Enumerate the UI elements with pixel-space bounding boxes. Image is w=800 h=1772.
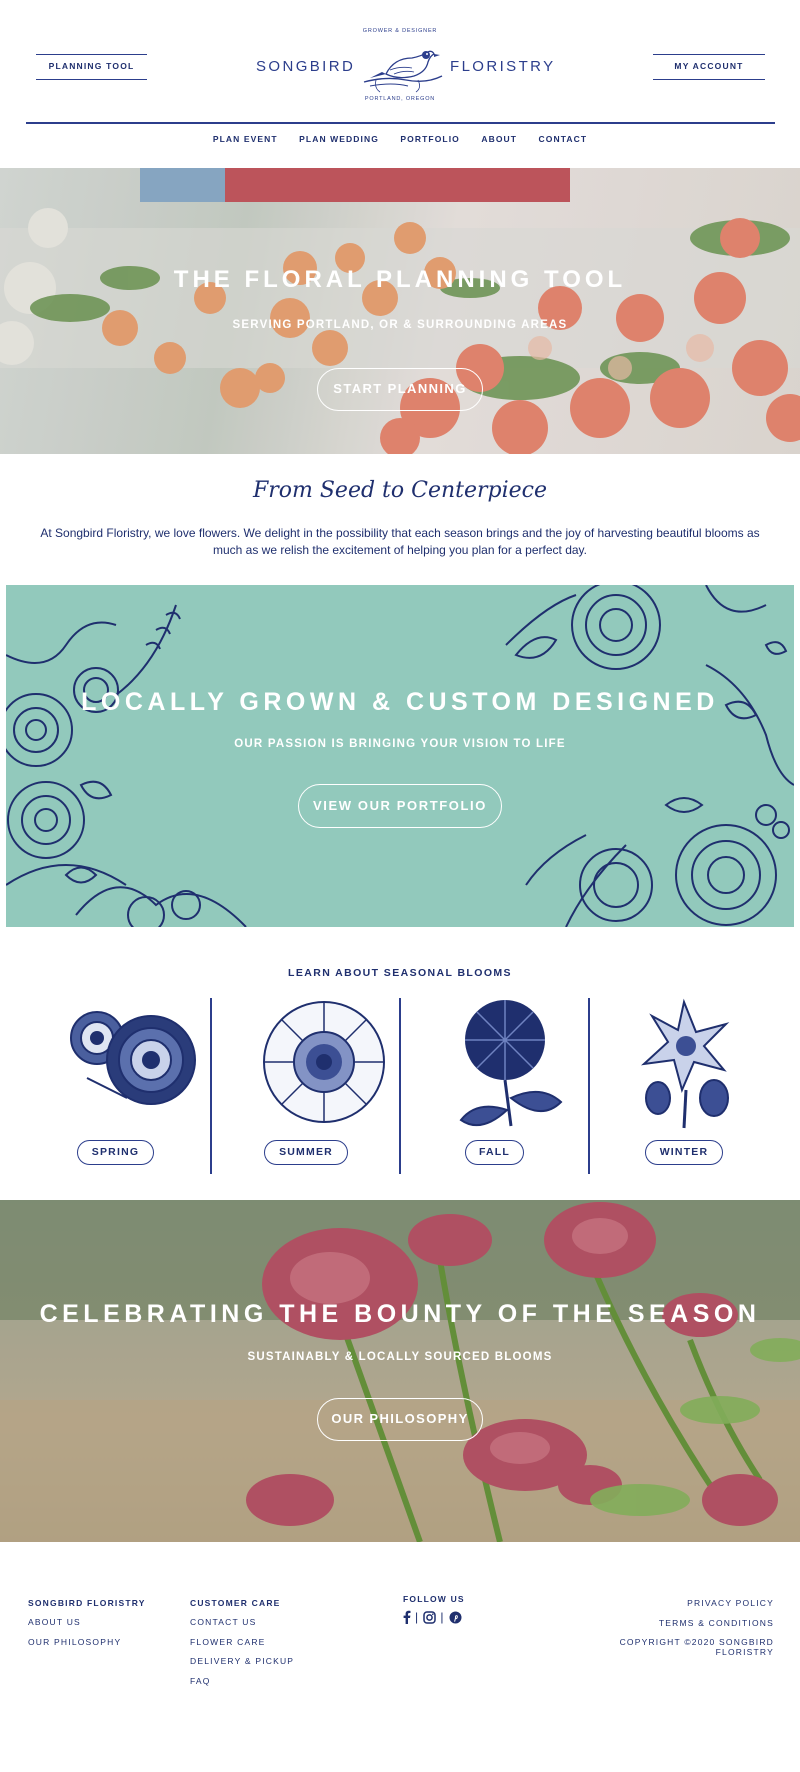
hero2-overlay xyxy=(0,1200,800,1542)
banner-subtitle: Our Passion is Bringing Your Vision to L… xyxy=(234,738,566,750)
header-divider xyxy=(26,122,775,124)
footer-link-flower-care[interactable]: Flower Care xyxy=(190,1637,294,1647)
footer-link-contact[interactable]: Contact Us xyxy=(190,1617,294,1627)
winter-button[interactable]: Winter xyxy=(645,1140,723,1165)
my-account-button[interactable]: My Account xyxy=(653,54,765,80)
our-philosophy-button[interactable]: Our Philosophy xyxy=(317,1398,483,1441)
songbird-icon xyxy=(363,50,443,93)
pinterest-icon[interactable] xyxy=(449,1611,462,1624)
hero-overlay xyxy=(0,168,800,454)
logo-tagline-top: GROWER & DESIGNER xyxy=(362,28,438,34)
hero-planning-tool: The Floral Planning Tool Serving Portlan… xyxy=(0,168,800,454)
social-separator: | xyxy=(415,1610,420,1624)
footer-col-care: Customer Care Contact Us Flower Care Del… xyxy=(190,1598,294,1695)
main-nav: Plan Event Plan Wedding Portfolio About … xyxy=(0,134,800,144)
intro-paragraph: At Songbird Floristry, we love flowers. … xyxy=(40,526,760,557)
footer-col-legal: Privacy Policy Terms & Conditions Copyri… xyxy=(560,1598,774,1667)
site-header: Planning Tool GROWER & DESIGNER SONGBIRD… xyxy=(0,0,800,168)
rose-icon xyxy=(70,1011,196,1105)
hellebore-icon xyxy=(640,998,730,1129)
instagram-icon[interactable] xyxy=(423,1610,437,1624)
summer-button[interactable]: Summer xyxy=(264,1140,348,1165)
seasons-heading: LEARN ABOUT SEASONAL BLOOMS xyxy=(288,967,512,979)
hero-title: The Floral Planning Tool xyxy=(173,266,627,293)
footer-link-privacy[interactable]: Privacy Policy xyxy=(560,1598,774,1608)
footer-heading: Songbird Floristry xyxy=(28,1598,146,1608)
floral-illustration-icon xyxy=(6,585,794,927)
hero-subtitle: Serving Portland, OR & Surrounding Areas xyxy=(232,319,568,331)
spring-button[interactable]: Spring xyxy=(77,1140,154,1165)
nav-plan-wedding[interactable]: Plan Wedding xyxy=(299,134,379,144)
site-footer: Songbird Floristry About Us Our Philosop… xyxy=(0,1542,800,1772)
hero2-subtitle: Sustainably & Locally Sourced Blooms xyxy=(247,1351,553,1363)
view-portfolio-button[interactable]: View Our Portfolio xyxy=(298,784,502,828)
nav-contact[interactable]: Contact xyxy=(539,134,588,144)
nav-about[interactable]: About xyxy=(481,134,517,144)
start-planning-button[interactable]: Start Planning xyxy=(317,368,483,411)
scabiosa-icon xyxy=(263,1001,385,1123)
facebook-icon[interactable] xyxy=(403,1610,411,1624)
nav-plan-event[interactable]: Plan Event xyxy=(213,134,278,144)
planning-tool-button[interactable]: Planning Tool xyxy=(36,54,147,80)
footer-heading: Follow Us xyxy=(403,1594,465,1604)
banner-title: Locally Grown & Custom Designed xyxy=(81,688,719,716)
footer-link-delivery[interactable]: Delivery & Pickup xyxy=(190,1656,294,1666)
logo-wordmark-right: FLORISTRY xyxy=(450,58,556,75)
chrysanthemum-icon xyxy=(459,1000,563,1127)
footer-col-follow: Follow Us | | xyxy=(403,1594,465,1624)
season-summer[interactable]: Summer xyxy=(211,998,400,1174)
footer-copyright: Copyright ©2020 Songbird Floristry xyxy=(619,1637,774,1657)
social-links: | | xyxy=(403,1610,465,1624)
footer-link-philosophy[interactable]: Our Philosophy xyxy=(28,1637,146,1647)
fall-button[interactable]: Fall xyxy=(465,1140,524,1165)
intro-script-heading: From Seed to Centerpiece xyxy=(252,478,548,503)
season-fall[interactable]: Fall xyxy=(400,998,589,1174)
footer-link-faq[interactable]: FAQ xyxy=(190,1676,294,1686)
nav-portfolio[interactable]: Portfolio xyxy=(400,134,459,144)
logo-wordmark-left: SONGBIRD xyxy=(256,58,356,75)
season-winter[interactable]: Winter xyxy=(589,998,778,1174)
site-logo[interactable]: GROWER & DESIGNER SONGBIRD FLORISTRY POR… xyxy=(250,22,553,110)
philosophy-banner: Celebrating the Bounty of the Season Sus… xyxy=(0,1200,800,1542)
logo-tagline-bottom: PORTLAND, OREGON xyxy=(364,96,436,102)
season-spring[interactable]: Spring xyxy=(22,998,211,1174)
footer-col-company: Songbird Floristry About Us Our Philosop… xyxy=(28,1598,146,1656)
portfolio-banner: Locally Grown & Custom Designed Our Pass… xyxy=(6,585,794,927)
hero2-title: Celebrating the Bounty of the Season xyxy=(39,1300,761,1328)
footer-link-about[interactable]: About Us xyxy=(28,1617,146,1627)
footer-link-terms[interactable]: Terms & Conditions xyxy=(560,1618,774,1628)
social-separator: | xyxy=(440,1610,445,1624)
footer-heading: Customer Care xyxy=(190,1598,281,1608)
